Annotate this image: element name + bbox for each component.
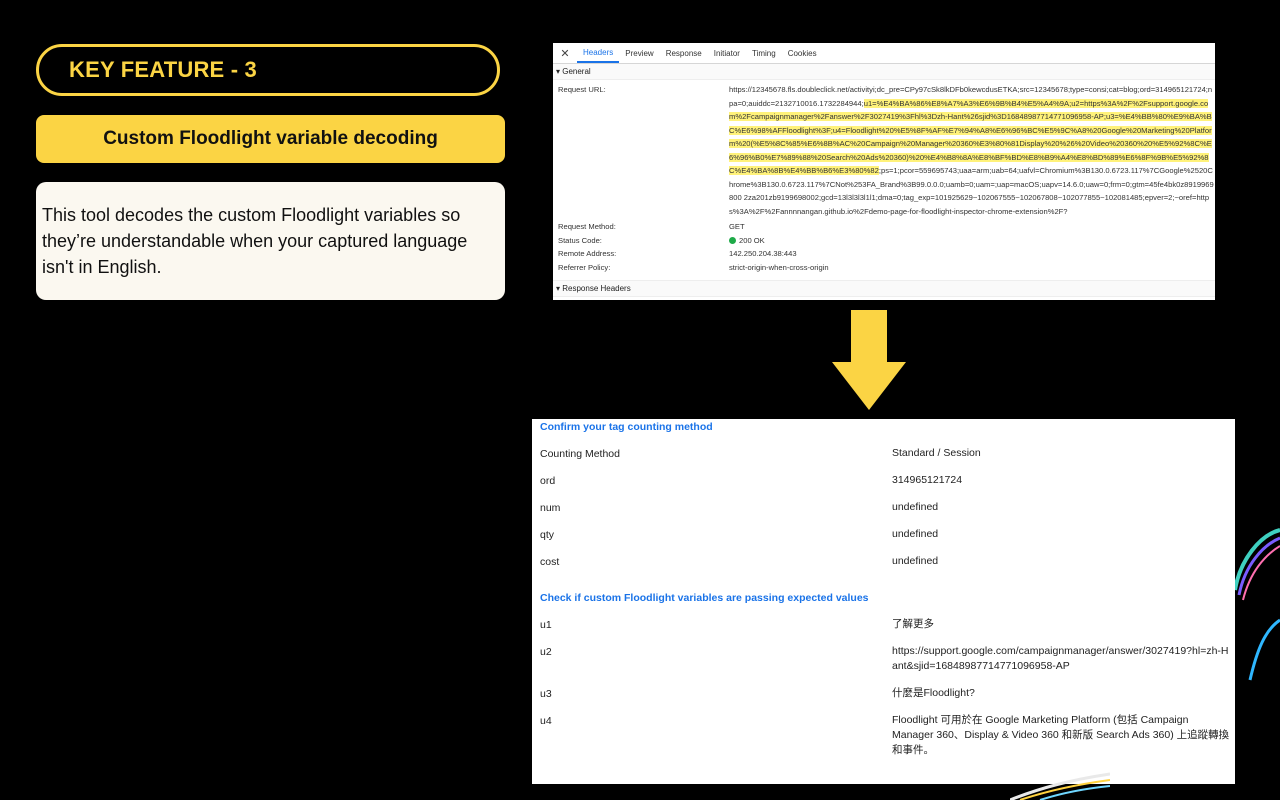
tab-initiator[interactable]: Initiator — [708, 43, 746, 63]
status-ok-icon — [729, 236, 736, 244]
decorative-light-streak — [1235, 528, 1280, 681]
result-value: Standard / Session — [892, 447, 981, 459]
decorative-light-streak — [1010, 772, 1110, 800]
referrer-policy-value: strict-origin-when-cross-origin — [729, 262, 829, 272]
result-value: 314965121724 — [892, 474, 963, 486]
result-key: u2 — [540, 646, 552, 658]
request-method-value: GET — [729, 222, 745, 231]
tab-preview[interactable]: Preview — [619, 43, 659, 63]
request-url-label: Request URL: — [558, 85, 606, 94]
tab-timing[interactable]: Timing — [746, 43, 782, 63]
result-key: u4 — [540, 715, 552, 727]
result-value: undefined — [892, 528, 939, 540]
section-response-headers[interactable]: ▾ Response Headers — [553, 280, 1215, 297]
down-arrow-icon — [832, 310, 906, 410]
referrer-policy-row: Referrer Policy: strict-origin-when-cros… — [553, 261, 1215, 275]
tab-cookies[interactable]: Cookies — [782, 43, 823, 63]
decoded-results-panel: Confirm your tag counting method Countin… — [532, 419, 1235, 784]
result-key: u1 — [540, 619, 552, 631]
request-url-highlight: u1=%E4%BA%86%E8%A7%A3%E6%9B%B4%E5%A4%9A;… — [729, 98, 1212, 175]
status-code-text: 200 OK — [739, 235, 765, 245]
tab-response[interactable]: Response — [660, 43, 708, 63]
referrer-policy-label: Referrer Policy: — [558, 262, 611, 272]
request-method-label: Request Method: — [558, 222, 616, 231]
remote-address-value: 142.250.204.38:443 — [729, 249, 797, 258]
feature-description: This tool decodes the custom Floodlight … — [36, 182, 505, 300]
result-key: ord — [540, 475, 556, 487]
counting-method-heading: Confirm your tag counting method — [540, 421, 713, 433]
feature-title: Custom Floodlight variable decoding — [36, 115, 505, 163]
request-method-row: Request Method: GET — [553, 220, 1215, 234]
result-value: 了解更多 — [892, 618, 934, 630]
feature-badge: KEY FEATURE - 3 — [36, 44, 500, 96]
request-url-value: https://12345678.fls.doubleclick.net/act… — [729, 83, 1215, 218]
remote-address-row: Remote Address: 142.250.204.38:443 — [553, 247, 1215, 261]
result-value: undefined — [892, 501, 939, 513]
custom-variables-heading: Check if custom Floodlight variables are… — [540, 592, 869, 604]
status-code-label: Status Code: — [558, 235, 602, 245]
result-key: num — [540, 502, 561, 514]
status-code-row: Status Code: 200 OK — [553, 234, 1215, 248]
devtools-headers-panel: ✕ Headers Preview Response Initiator Tim… — [553, 43, 1215, 300]
tab-headers[interactable]: Headers — [577, 43, 620, 63]
request-url-row: Request URL: https://12345678.fls.double… — [553, 83, 1215, 218]
close-icon[interactable]: ✕ — [553, 43, 577, 63]
status-code-value: 200 OK — [729, 234, 1215, 248]
result-key: Counting Method — [540, 448, 620, 460]
remote-address-label: Remote Address: — [558, 249, 617, 258]
devtools-tab-bar: ✕ Headers Preview Response Initiator Tim… — [553, 43, 1215, 64]
result-value: 什麼是Floodlight? — [892, 687, 975, 699]
result-key: cost — [540, 556, 560, 568]
result-value: Floodlight 可用於在 Google Marketing Platfor… — [892, 714, 1230, 756]
result-value: undefined — [892, 555, 939, 567]
result-value: https://support.google.com/campaignmanag… — [892, 645, 1229, 672]
section-general[interactable]: ▾ General — [553, 64, 1215, 80]
result-key: u3 — [540, 688, 552, 700]
result-key: qty — [540, 529, 555, 541]
